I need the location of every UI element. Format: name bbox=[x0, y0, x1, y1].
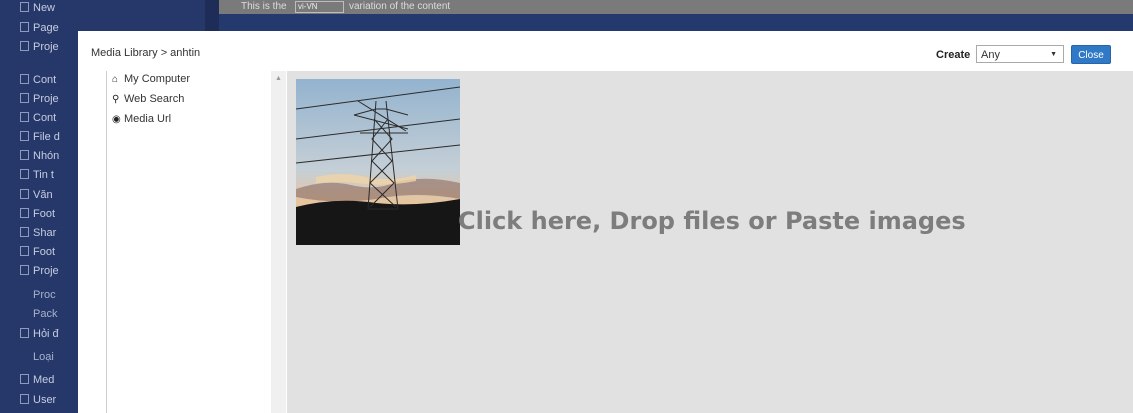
sidebar-item-label: Cont bbox=[33, 112, 57, 124]
sidebar-item[interactable]: Med bbox=[20, 374, 54, 386]
page-icon bbox=[20, 265, 29, 275]
sidebar-item-label: Hỏi đ bbox=[33, 328, 59, 340]
page-icon bbox=[20, 246, 29, 256]
sidebar-item-label: File d bbox=[33, 131, 60, 143]
sidebar-item[interactable]: Cont bbox=[20, 112, 56, 124]
sidebar-item-label: User bbox=[33, 394, 57, 406]
page-icon bbox=[20, 374, 29, 384]
power-tower-image bbox=[296, 79, 460, 245]
search-icon: ⚲ bbox=[112, 94, 120, 105]
sidebar-item[interactable]: File d bbox=[20, 131, 60, 143]
chevron-down-icon: ▼ bbox=[1050, 51, 1057, 58]
sidebar-item[interactable]: Loại bbox=[33, 351, 54, 363]
sidebar-item-label: Foot bbox=[33, 208, 56, 220]
page-icon bbox=[20, 189, 29, 199]
sidebar-item[interactable]: Văn bbox=[20, 189, 53, 201]
sidebar-item[interactable]: Hỏi đ bbox=[20, 328, 59, 340]
sidebar-item[interactable]: Shar bbox=[20, 227, 56, 239]
modal-header: Media Library > anhtin Create Any ▼ Clos… bbox=[78, 31, 1133, 71]
page-icon bbox=[20, 394, 29, 404]
language-select[interactable]: vi-VN bbox=[295, 1, 344, 13]
nav-item-my-computer[interactable]: ⌂ My Computer bbox=[112, 73, 190, 85]
page-icon bbox=[20, 208, 29, 218]
page-icon bbox=[20, 2, 29, 12]
sidebar-item[interactable]: New bbox=[20, 2, 55, 14]
sidebar-item-label: Proje bbox=[33, 93, 59, 105]
media-thumbnail[interactable] bbox=[296, 79, 460, 245]
upload-drop-zone[interactable]: Click here, Drop files or Paste images bbox=[287, 71, 1133, 413]
page-icon bbox=[20, 22, 29, 32]
home-icon: ⌂ bbox=[112, 74, 119, 85]
page-icon bbox=[20, 150, 29, 160]
page-icon bbox=[20, 93, 29, 103]
sidebar-item-label: Cont bbox=[33, 74, 57, 86]
nav-scrollbar[interactable]: ▲ bbox=[271, 71, 286, 413]
page-icon bbox=[20, 169, 29, 179]
sidebar-item[interactable]: Cont bbox=[20, 74, 56, 86]
media-library-modal: Media Library > anhtin Create Any ▼ Clos… bbox=[78, 31, 1133, 413]
sidebar-item[interactable]: Foot bbox=[20, 246, 55, 258]
sidebar-item-label: Proc bbox=[33, 289, 56, 301]
page-icon bbox=[20, 227, 29, 237]
variation-text-suffix: variation of the content bbox=[349, 1, 451, 12]
sidebar-item-label: Foot bbox=[33, 246, 56, 258]
sidebar-item-label: Tin t bbox=[33, 169, 54, 181]
page-icon bbox=[20, 328, 29, 338]
sidebar-item[interactable]: Page bbox=[20, 22, 59, 34]
sidebar-item[interactable]: User bbox=[20, 394, 56, 406]
sidebar-item-label: Nhón bbox=[33, 150, 60, 162]
scroll-up-icon[interactable]: ▲ bbox=[275, 75, 282, 82]
page-icon bbox=[20, 131, 29, 141]
create-select-value: Any bbox=[981, 49, 1000, 61]
sidebar-item-label: New bbox=[33, 2, 56, 14]
page-icon bbox=[20, 41, 29, 51]
nav-item-label: Media Url bbox=[124, 113, 172, 125]
sidebar-item-label: Pack bbox=[33, 308, 58, 320]
sidebar-item[interactable]: Proje bbox=[20, 41, 59, 53]
nav-item-label: My Computer bbox=[124, 73, 191, 85]
sidebar-item-label: Proje bbox=[33, 41, 59, 53]
sidebar-item[interactable]: Tin t bbox=[20, 169, 54, 181]
nav-item-web-search[interactable]: ⚲ Web Search bbox=[112, 93, 184, 105]
sidebar-item[interactable]: Proc bbox=[33, 289, 56, 301]
create-type-select[interactable]: Any ▼ bbox=[976, 45, 1064, 63]
sidebar-item[interactable]: Proje bbox=[20, 93, 59, 105]
variation-text-prefix: This is the bbox=[241, 1, 287, 12]
link-circle-icon: ◉ bbox=[112, 114, 121, 125]
drop-zone-label: Click here, Drop files or Paste images bbox=[458, 207, 966, 235]
sidebar-item-label: Văn bbox=[33, 189, 53, 201]
sidebar-item-label: Page bbox=[33, 22, 59, 34]
nav-item-label: Web Search bbox=[124, 93, 185, 105]
source-nav-pane: ⌂ My Computer ⚲ Web Search ◉ Media Url bbox=[106, 71, 272, 413]
sidebar-item[interactable]: Proje bbox=[20, 265, 59, 277]
sidebar-item-label: Med bbox=[33, 374, 55, 386]
page-icon bbox=[20, 74, 29, 84]
close-button[interactable]: Close bbox=[1071, 45, 1111, 64]
sidebar-item[interactable]: Pack bbox=[33, 308, 57, 320]
sidebar-item-label: Shar bbox=[33, 227, 57, 239]
nav-item-media-url[interactable]: ◉ Media Url bbox=[112, 113, 171, 125]
breadcrumb: Media Library > anhtin bbox=[91, 47, 201, 59]
sidebar-item[interactable]: Foot bbox=[20, 208, 55, 220]
content-variation-bar: This is the vi-VN variation of the conte… bbox=[219, 0, 1133, 14]
page-icon bbox=[20, 112, 29, 122]
create-label: Create bbox=[936, 49, 971, 61]
sidebar-item[interactable]: Nhón bbox=[20, 150, 59, 162]
sidebar-item-label: Proje bbox=[33, 265, 59, 277]
sidebar-item-label: Loại bbox=[33, 351, 54, 363]
